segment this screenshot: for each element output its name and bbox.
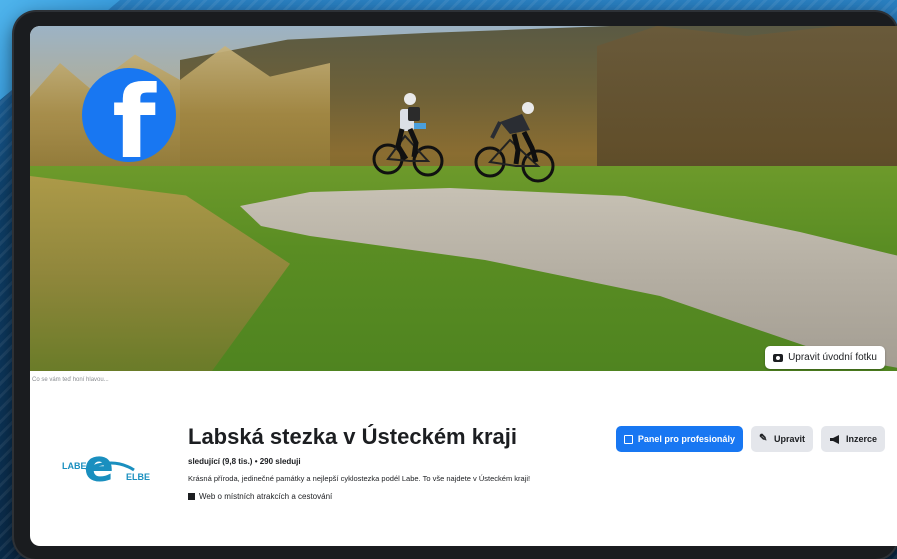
labe-elbe-logo: LABE e ELBE <box>62 441 150 492</box>
page-category: Web o místních atrakcích a cestování <box>188 492 332 501</box>
page-actions: Panel pro profesionály ✎ Upravit Inzerce <box>615 426 885 452</box>
svg-text:e: e <box>84 441 114 492</box>
cyclist-one-icon <box>372 93 444 177</box>
professional-panel-button[interactable]: Panel pro profesionály <box>615 426 743 452</box>
megaphone-icon <box>829 434 839 444</box>
ads-label: Inzerce <box>845 434 877 444</box>
cyclist-two-icon <box>474 102 555 183</box>
tablet-frame: f Upravit úvodní fotku Co se vám teď hon… <box>14 12 897 559</box>
flag-icon <box>188 493 195 500</box>
dashboard-icon <box>623 434 633 444</box>
logo-text-right: ELBE <box>126 472 150 482</box>
page-category-label: Web o místních atrakcích a cestování <box>199 492 333 501</box>
professional-panel-label: Panel pro profesionály <box>637 434 735 444</box>
status-composer-stub[interactable]: Co se vám teď honí hlavou... <box>30 371 140 391</box>
edit-cover-photo-label: Upravit úvodní fotku <box>788 352 877 363</box>
facebook-logo-icon: f <box>82 68 176 162</box>
facebook-page-screen: f Upravit úvodní fotku Co se vám teď hon… <box>30 26 897 546</box>
camera-icon <box>773 353 784 362</box>
ads-button[interactable]: Inzerce <box>820 426 885 452</box>
pencil-icon: ✎ <box>758 433 768 444</box>
page-description: Krásná příroda, jedinečné památky a nejl… <box>188 474 531 483</box>
edit-page-button[interactable]: ✎ Upravit <box>750 426 813 452</box>
edit-cover-photo-button[interactable]: Upravit úvodní fotku <box>765 346 885 369</box>
followers-count[interactable]: sledující (9,8 tis.) • 290 sleduji <box>188 457 301 466</box>
cover-photo: f Upravit úvodní fotku <box>30 26 897 371</box>
edit-page-label: Upravit <box>773 434 805 444</box>
status-composer-placeholder: Co se vám teď honí hlavou... <box>32 377 109 383</box>
page-title: Labská stezka v Ústeckém kraji <box>188 424 517 449</box>
logo-text-left: LABE <box>62 461 87 471</box>
